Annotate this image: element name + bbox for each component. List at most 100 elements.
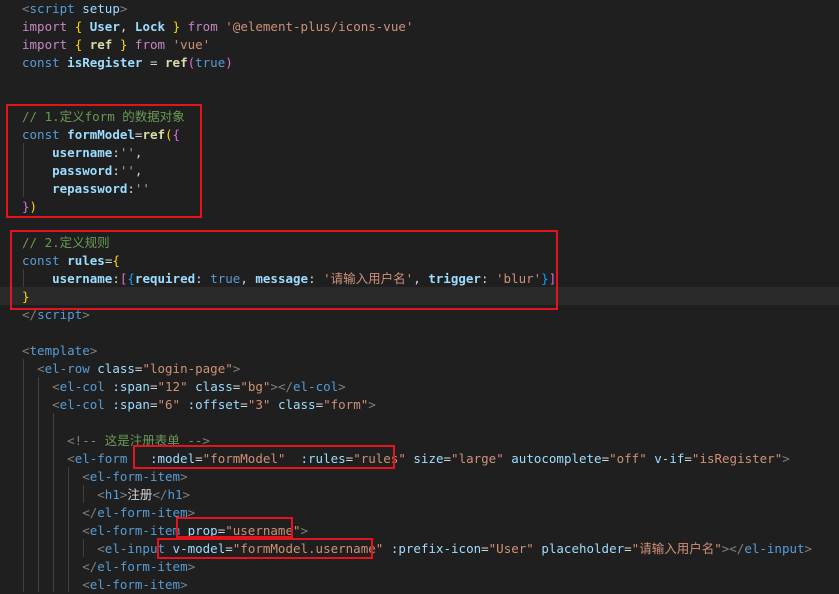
code-line[interactable]: <el-col :span="6" :offset="3" class="for… — [22, 396, 376, 414]
code-line[interactable]: <h1>注册</h1> — [22, 486, 190, 504]
code-token: "User" — [488, 541, 534, 556]
code-token: > — [368, 397, 376, 412]
code-token: < — [22, 343, 30, 358]
code-line[interactable]: <script setup> — [22, 0, 127, 18]
code-token: } — [172, 19, 181, 34]
code-token: = — [149, 379, 158, 394]
code-token: script — [29, 1, 75, 16]
code-token: <!-- — [67, 433, 105, 448]
code-token: = — [240, 397, 248, 412]
code-token: ( — [187, 55, 196, 70]
code-token: "off" — [609, 451, 647, 466]
code-token: < — [37, 361, 45, 376]
code-token: from — [134, 37, 166, 52]
code-token: :offset — [187, 397, 241, 412]
code-token: User — [89, 19, 120, 34]
code-token: 'vue' — [172, 37, 211, 52]
code-line[interactable]: <el-form-item> — [22, 468, 188, 486]
code-token: :span — [112, 379, 150, 394]
code-token: h1 — [104, 487, 120, 502]
code-token: el-form-item — [97, 559, 188, 574]
code-token: > — [300, 523, 309, 538]
code-line[interactable]: <el-row class="login-page"> — [22, 360, 240, 378]
code-token: "3" — [247, 397, 271, 412]
code-line[interactable]: import { User, Lock } from '@element-plu… — [22, 18, 413, 36]
code-token: = — [443, 451, 452, 466]
code-token: v-if — [654, 451, 685, 466]
code-token: el-col — [59, 379, 105, 394]
code-token: 注册 — [127, 487, 153, 502]
code-token: class — [195, 379, 233, 394]
code-token: class — [277, 397, 316, 412]
code-token: = — [149, 397, 158, 412]
code-token: const — [22, 55, 60, 70]
annotation-box-form-model — [6, 104, 202, 218]
code-token: el-form-item — [89, 523, 181, 538]
code-token: '@element-plus/icons-vue' — [225, 19, 414, 34]
annotation-box-rules — [10, 230, 558, 310]
code-token: < — [97, 487, 105, 502]
code-token: "isRegister" — [691, 451, 783, 466]
code-token: el-form-item — [89, 577, 181, 592]
code-token: setup — [82, 1, 120, 16]
annotation-box-model-rules-attrs — [133, 445, 395, 469]
code-token: > — [89, 343, 98, 358]
code-token: = — [601, 451, 610, 466]
code-token: isRegister — [67, 55, 143, 70]
code-token: , — [119, 19, 135, 34]
code-token: ref — [165, 55, 188, 70]
code-token: "请输入用户名" — [631, 541, 722, 556]
code-token: "12" — [157, 379, 188, 394]
code-line[interactable]: import { ref } from 'vue' — [22, 36, 210, 54]
code-token: > — [119, 1, 128, 16]
code-token: el-input — [744, 541, 805, 556]
code-line[interactable]: <el-form-item> — [22, 576, 187, 594]
code-line[interactable]: const isRegister = ref(true) — [22, 54, 233, 72]
code-token: < — [82, 577, 90, 592]
code-token: < — [82, 469, 90, 484]
code-token: > — [782, 451, 790, 466]
code-token: el-col — [59, 397, 105, 412]
code-token: > — [180, 469, 188, 484]
code-token: import — [22, 37, 68, 52]
code-token: import — [22, 19, 68, 34]
code-token: < — [52, 379, 60, 394]
code-token: > — [338, 379, 346, 394]
code-token: el-form-item — [89, 469, 181, 484]
code-line[interactable]: <template> — [22, 342, 97, 360]
code-editor[interactable]: <script setup> import { User, Lock } from… — [0, 0, 839, 592]
code-token: ) — [225, 55, 233, 70]
annotation-box-v-model — [157, 538, 373, 559]
code-token: Lock — [134, 19, 166, 34]
code-line[interactable]: <el-col :span="12" class="bg"></el-col> — [22, 378, 346, 396]
code-token: from — [187, 19, 218, 34]
code-token: < — [52, 397, 60, 412]
code-token: el-form — [74, 451, 128, 466]
code-token: ></ — [721, 541, 745, 556]
code-line[interactable]: <el-input v-model="formModel.username" :… — [22, 540, 812, 558]
code-token: < — [82, 523, 90, 538]
code-line[interactable]: </el-form-item> — [22, 558, 195, 576]
code-token: ref — [89, 37, 113, 52]
code-token: > — [187, 559, 196, 574]
annotation-box-prop — [176, 517, 293, 538]
code-token: = — [315, 397, 324, 412]
code-line[interactable]: </el-form-item> — [22, 504, 195, 522]
